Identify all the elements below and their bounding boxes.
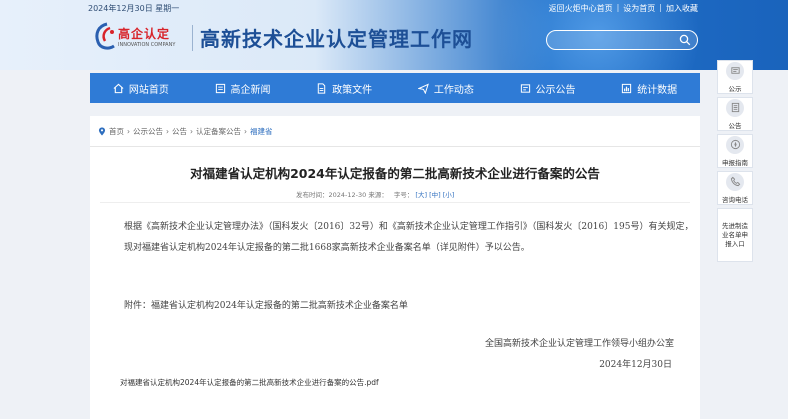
breadcrumb-sep: › — [244, 127, 247, 136]
breadcrumb-current[interactable]: 福建省 — [250, 126, 273, 137]
home-icon — [113, 83, 124, 93]
logo-subtext: INNOVATION COMPANY — [118, 42, 176, 48]
breadcrumb-sep: › — [166, 127, 169, 136]
article-paragraph: 根据《高新技术企业认定管理办法》（国科发火〔2016〕32号）和《高新技术企业认… — [124, 222, 694, 253]
sidebar-item-phone[interactable]: 咨询电话 — [717, 171, 753, 205]
attachment-line: 附件：福建省认定机构2024年认定报备的第二批高新技术企业备案名单 — [124, 301, 408, 311]
notice-icon — [520, 83, 530, 93]
breadcrumb-announcements[interactable]: 公示公告 — [133, 126, 163, 137]
top-bar: 2024年12月30日 星期一 返回火炬中心首页 | 设为首页 | 加入收藏 — [0, 0, 788, 16]
font-size-controls: 字号： [大] [中] [小] — [394, 189, 454, 199]
search-box — [546, 30, 698, 52]
breadcrumb-home[interactable]: 首页 — [109, 126, 124, 137]
divider — [100, 202, 690, 203]
sidebar-item-advanced-manufacturing-entry[interactable]: 先进制造业名单申报入口 — [717, 208, 753, 262]
announcement-icon — [726, 98, 744, 117]
article-body: 根据《高新技术企业认定管理办法》（国科发火〔2016〕32号）和《高新技术企业认… — [102, 217, 698, 258]
font-size-small[interactable]: [小] — [443, 191, 455, 199]
font-size-label: 字号： — [393, 191, 414, 199]
news-icon — [215, 83, 225, 93]
link-torch-center-home[interactable]: 返回火炬中心首页 — [549, 3, 613, 14]
nav-item-statistics[interactable]: 统计数据 — [598, 73, 700, 103]
separator: | — [659, 3, 662, 12]
sidebar-label: 公示 — [728, 84, 742, 93]
separator: | — [616, 3, 620, 12]
nav-label: 公示公告 — [535, 84, 576, 96]
main-nav: 网站首页 高企新闻 政策文件 工作动态 公示公告 统计数据 — [90, 73, 700, 103]
sidebar-item-guide[interactable]: 申报指南 — [717, 134, 753, 168]
top-links: 返回火炬中心首页 | 设为首页 | 加入收藏 — [549, 3, 698, 14]
divider — [90, 146, 700, 147]
site-logo[interactable]: 高企认定 INNOVATION COMPANY — [90, 20, 190, 54]
sidebar-label: 先进制造业名单申报入口 — [722, 221, 748, 248]
breadcrumb: 首页 › 公示公告 › 公告 › 认定备案公告 › 福建省 — [98, 126, 273, 137]
signature-organization: 全国高新技术企业认定管理工作领导小组办公室 — [484, 339, 674, 349]
site-header: 2024年12月30日 星期一 返回火炬中心首页 | 设为首页 | 加入收藏 高… — [0, 0, 788, 70]
nav-item-home[interactable]: 网站首页 — [90, 73, 192, 103]
breadcrumb-sep: › — [190, 127, 193, 136]
notice-board-icon — [726, 61, 744, 80]
nav-label: 政策文件 — [332, 84, 373, 96]
nav-item-policy[interactable]: 政策文件 — [293, 73, 395, 103]
article-meta: 发布时间：2024-12-30 来源： 字号： [大] [中] [小] — [296, 189, 454, 199]
article-title: 对福建省认定机构2024年认定报备的第二批高新技术企业进行备案的公告 — [190, 166, 600, 181]
sidebar-label: 申报指南 — [722, 158, 748, 167]
nav-item-news[interactable]: 高企新闻 — [192, 73, 294, 103]
site-title: 高新技术企业认定管理工作网 — [200, 27, 473, 51]
article-card: 首页 › 公示公告 › 公告 › 认定备案公告 › 福建省 对福建省认定机构20… — [90, 116, 700, 419]
location-pin-icon — [98, 127, 106, 136]
nav-label: 高企新闻 — [230, 84, 271, 96]
current-date: 2024年12月30日 星期一 — [88, 4, 180, 13]
logo-divider — [192, 25, 193, 51]
link-set-homepage[interactable]: 设为首页 — [623, 3, 655, 14]
chart-icon — [622, 83, 632, 93]
link-add-favorites[interactable]: 加入收藏 — [666, 3, 698, 14]
nav-label: 统计数据 — [637, 84, 678, 96]
sidebar-label: 咨询电话 — [722, 195, 748, 204]
search-input[interactable] — [547, 34, 677, 52]
breadcrumb-sep: › — [127, 127, 130, 136]
publish-info: 发布时间：2024-12-30 来源： — [296, 191, 388, 199]
search-icon[interactable] — [679, 34, 691, 46]
breadcrumb-filing[interactable]: 认定备案公告 — [196, 126, 241, 137]
sidebar-item-announcement[interactable]: 公告 — [717, 97, 753, 131]
font-size-medium[interactable]: [中] — [429, 191, 441, 199]
pdf-attachment-link[interactable]: 对福建省认定机构2024年认定报备的第二批高新技术企业进行备案的公告.pdf — [120, 377, 379, 388]
compass-icon — [726, 135, 744, 154]
send-icon — [417, 82, 429, 94]
logo-text: 高企认定 — [118, 27, 171, 41]
nav-label: 工作动态 — [433, 84, 474, 96]
nav-label: 网站首页 — [128, 84, 169, 96]
nav-item-announcements[interactable]: 公示公告 — [497, 73, 599, 103]
floating-sidebar: 公示 公告 申报指南 咨询电话 先进制造业名单申报入口 — [717, 60, 753, 262]
document-icon — [317, 82, 326, 94]
sidebar-item-publicity[interactable]: 公示 — [717, 60, 753, 94]
font-size-large[interactable]: [大] — [415, 191, 427, 199]
phone-icon — [726, 172, 744, 191]
signature-date: 2024年12月30日 — [599, 360, 672, 370]
breadcrumb-notice[interactable]: 公告 — [172, 126, 187, 137]
nav-item-work-updates[interactable]: 工作动态 — [395, 73, 497, 103]
sidebar-label: 公告 — [728, 121, 742, 130]
